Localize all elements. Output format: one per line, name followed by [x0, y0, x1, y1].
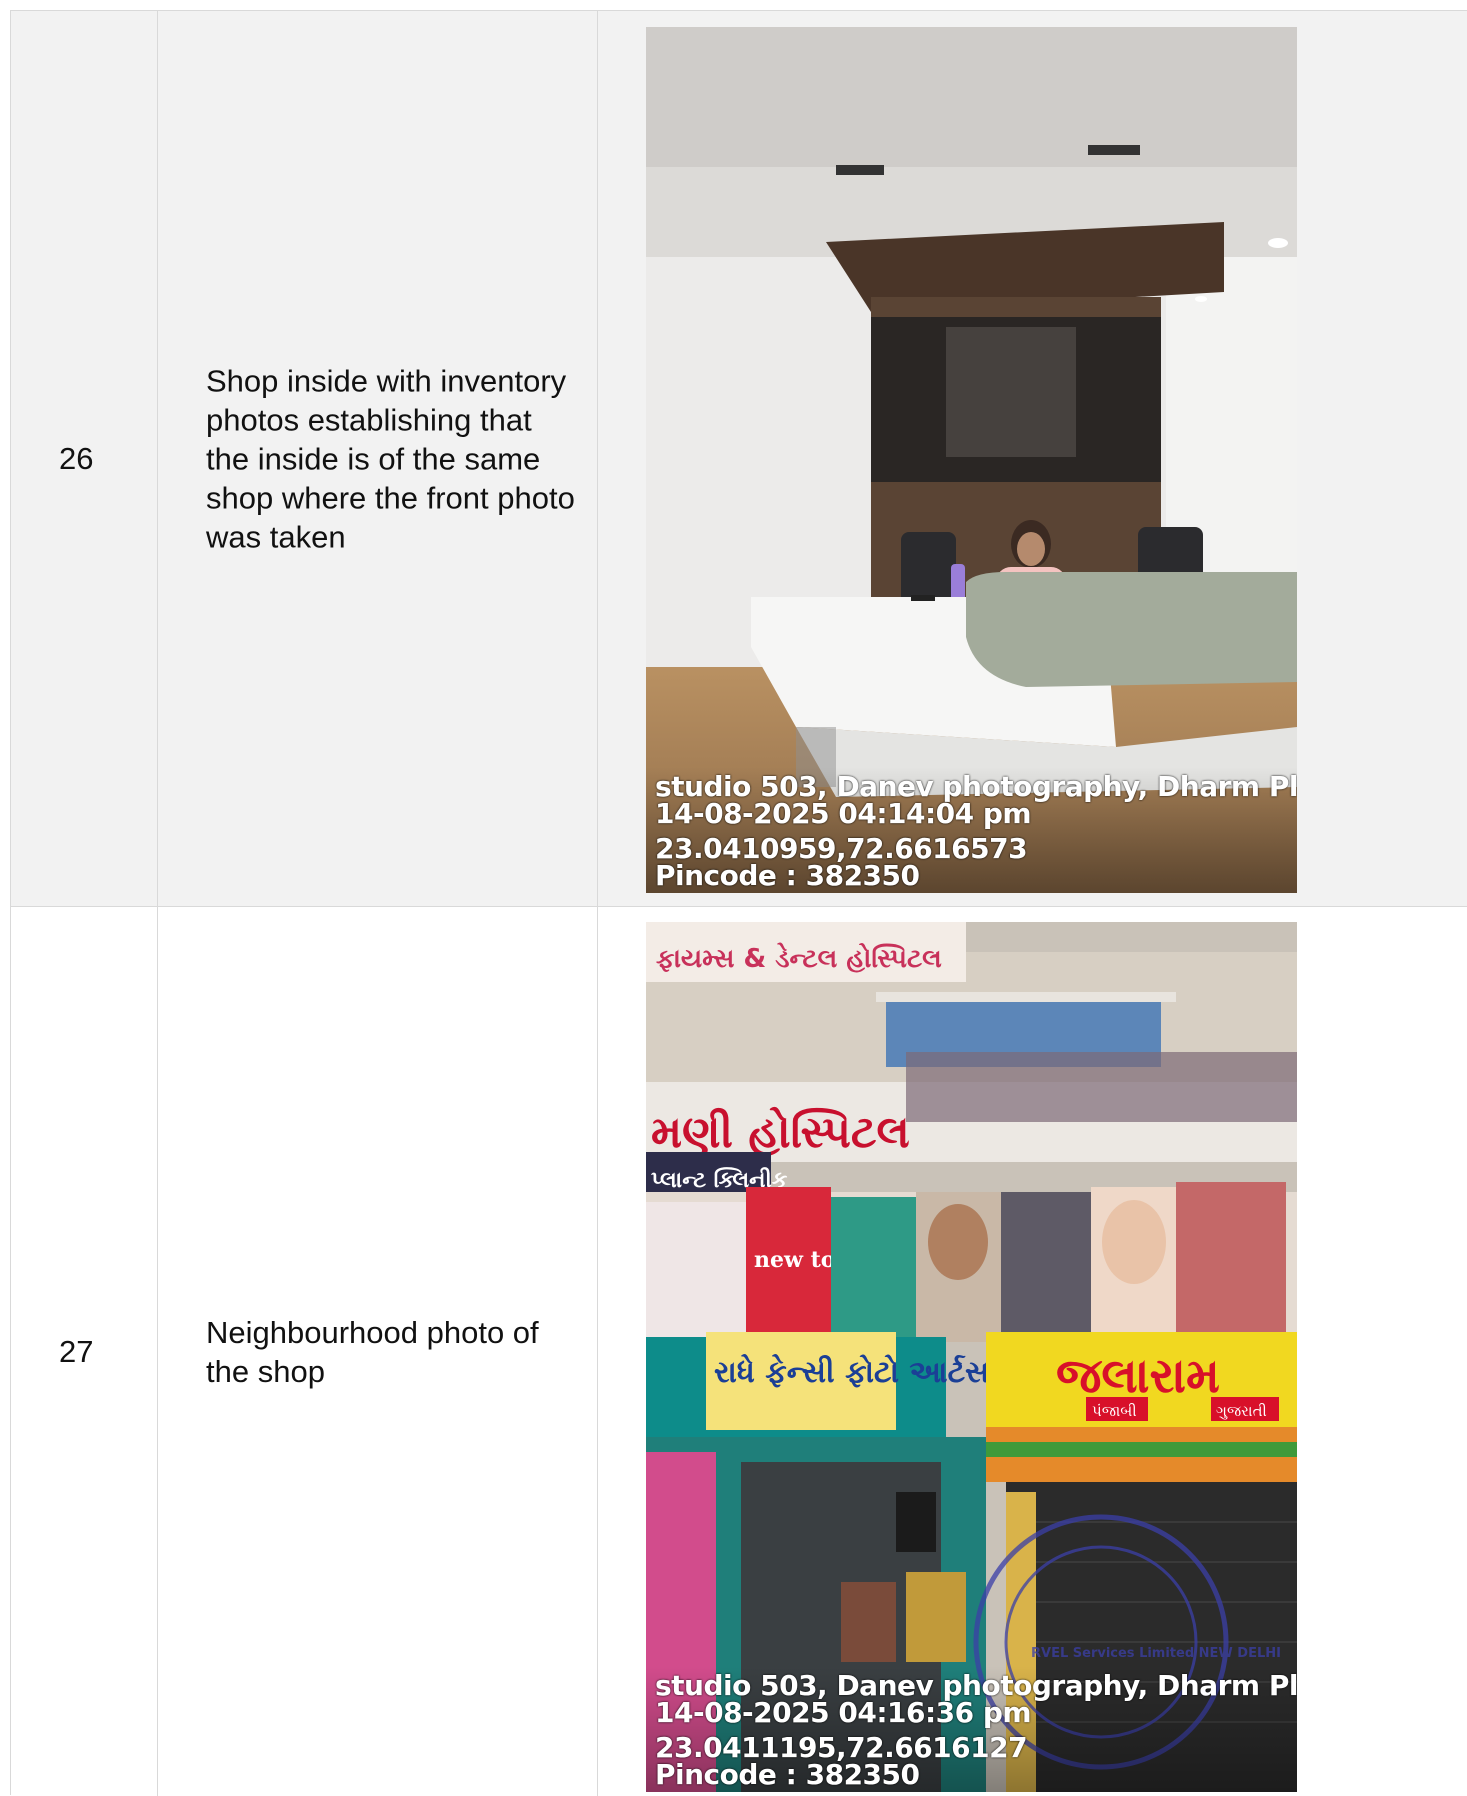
table-row: 26 Shop inside with inventory photos est…: [11, 11, 1467, 907]
punjabi-label: પંજાબી: [1092, 1402, 1137, 1420]
geotag-coordinates: 23.0410959,72.6616573: [655, 832, 1028, 865]
reception-scene: [646, 27, 1297, 893]
shopfront-scene: ફાયમ્સ & ડેન્ટલ હોસ્પિટલ મણી હોસ્પિટલ પ્…: [646, 922, 1297, 1792]
geotag-datetime: 14-08-2025 04:16:36 pm: [655, 1696, 1032, 1729]
geotag-location: studio 503, Danev photography, Dharm Pla…: [655, 770, 1297, 803]
geotag-pincode: Pincode : 382350: [655, 1758, 920, 1791]
serial-number-cell: 27: [11, 907, 158, 1796]
description-cell: Neighbourhood photo of the shop: [158, 907, 598, 1796]
geotag-overlay: studio 503, Danev photography, Dharm Pla…: [646, 1666, 1297, 1792]
stamp-text: RVEL Services Limited NEW DELHI: [1031, 1646, 1281, 1661]
geotag-pincode: Pincode : 382350: [655, 859, 920, 892]
jalaram-sign: જલારામ: [1056, 1348, 1220, 1404]
table-row: 27 Neighbourhood photo of the shop ફાયમ્…: [11, 907, 1467, 1796]
requirement-description: Shop inside with inventory photos establ…: [206, 363, 575, 554]
photo-cell: studio 503, Danev photography, Dharm Pla…: [598, 11, 1467, 906]
photo-cell: ફાયમ્સ & ડેન્ટલ હોસ્પિટલ મણી હોસ્પિટલ પ્…: [598, 907, 1467, 1796]
serial-number-cell: 26: [11, 11, 158, 906]
serial-number: 27: [59, 1333, 94, 1369]
geotag-datetime: 14-08-2025 04:14:04 pm: [655, 797, 1032, 830]
hospital-sign: મણી હોસ્પિટલ: [651, 1106, 910, 1158]
description-cell: Shop inside with inventory photos establ…: [158, 11, 598, 906]
geotag-location: studio 503, Danev photography, Dharm Pla…: [655, 1669, 1297, 1702]
svg-text:ફાયમ્સ & ડેન્ટલ હોસ્પિટલ: ફાયમ્સ & ડેન્ટલ હોસ્પિટલ: [656, 943, 942, 974]
shop-inside-photo[interactable]: studio 503, Danev photography, Dharm Pla…: [646, 27, 1297, 893]
checklist-table: 26 Shop inside with inventory photos est…: [10, 10, 1467, 1796]
gujarati-label: ગુજરાતી: [1216, 1402, 1267, 1420]
requirement-description: Neighbourhood photo of the shop: [206, 1314, 539, 1389]
neighbourhood-photo[interactable]: ફાયમ્સ & ડેન્ટલ હોસ્પિટલ મણી હોસ્પિટલ પ્…: [646, 922, 1297, 1792]
geotag-overlay: studio 503, Danev photography, Dharm Pla…: [646, 767, 1297, 893]
serial-number: 26: [59, 440, 94, 476]
shop-name-sign: રાધે ફેન્સી ફોટો આર્ટસ: [714, 1354, 989, 1390]
geotag-coordinates: 23.0411195,72.6616127: [655, 1731, 1028, 1764]
